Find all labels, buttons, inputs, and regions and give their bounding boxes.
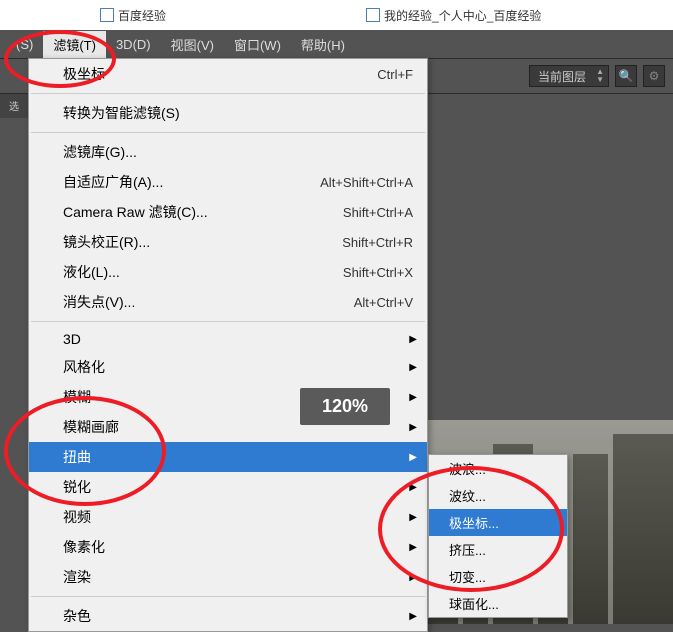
submenu-arrow-icon: ▶	[409, 392, 417, 403]
tab-favicon	[366, 8, 380, 22]
menu-label: 波浪...	[449, 459, 555, 478]
menu-separator	[31, 596, 425, 597]
filter-menu-dropdown: 极坐标 Ctrl+F 转换为智能滤镜(S) 滤镜库(G)... 自适应广角(A)…	[28, 58, 428, 632]
menu-label: 像素化	[63, 537, 413, 557]
menu-label: 极坐标...	[449, 513, 555, 532]
menu-last-filter[interactable]: 极坐标 Ctrl+F	[29, 59, 427, 89]
submenu-shear[interactable]: 切变...	[429, 563, 567, 590]
menu-shortcut: Alt+Ctrl+V	[354, 295, 413, 310]
menu-convert-smart[interactable]: 转换为智能滤镜(S)	[29, 98, 427, 128]
menu-shortcut: Shift+Ctrl+X	[343, 265, 413, 280]
menu-3d[interactable]: 3D(D)	[106, 33, 161, 56]
menu-label: 转换为智能滤镜(S)	[63, 103, 413, 123]
menu-pixelate-group[interactable]: 像素化 ▶	[29, 532, 427, 562]
menu-help[interactable]: 帮助(H)	[291, 31, 355, 58]
submenu-wave[interactable]: 波浪...	[429, 455, 567, 482]
menu-label: 球面化...	[449, 594, 555, 613]
tab-2[interactable]: 我的经验_个人中心_百度经验	[366, 7, 541, 24]
menu-3d-group[interactable]: 3D ▶	[29, 326, 427, 352]
menu-label: 消失点(V)...	[63, 292, 334, 312]
menu-filter-gallery[interactable]: 滤镜库(G)...	[29, 137, 427, 167]
menu-adaptive-wide[interactable]: 自适应广角(A)... Alt+Shift+Ctrl+A	[29, 167, 427, 197]
menu-separator	[31, 321, 425, 322]
tab-label: 百度经验	[118, 7, 166, 24]
submenu-arrow-icon: ▶	[409, 542, 417, 553]
menu-render-group[interactable]: 渲染 ▶	[29, 562, 427, 592]
distort-submenu: 波浪... 波纹... 极坐标... 挤压... 切变... 球面化...	[428, 454, 568, 618]
menu-label: 自适应广角(A)...	[63, 172, 300, 192]
menu-label: 极坐标	[63, 64, 357, 84]
zoom-overlay: 120%	[300, 388, 390, 425]
menu-label: 3D	[63, 331, 413, 347]
menu-noise-group[interactable]: 杂色 ▶	[29, 601, 427, 631]
submenu-arrow-icon: ▶	[409, 512, 417, 523]
menu-distort-group[interactable]: 扭曲 ▶	[29, 442, 427, 472]
menu-label: 锐化	[63, 477, 413, 497]
submenu-arrow-icon: ▶	[409, 482, 417, 493]
menu-lens-correction[interactable]: 镜头校正(R)... Shift+Ctrl+R	[29, 227, 427, 257]
menu-label: 挤压...	[449, 540, 555, 559]
menu-label: 视频	[63, 507, 413, 527]
tab-1[interactable]: 百度经验	[100, 7, 166, 24]
menu-label: 镜头校正(R)...	[63, 232, 322, 252]
submenu-arrow-icon: ▶	[409, 422, 417, 433]
layer-select[interactable]: 当前图层 ▲▼	[529, 65, 609, 87]
menu-select[interactable]: (S)	[6, 33, 43, 56]
menu-label: 滤镜库(G)...	[63, 142, 413, 162]
submenu-arrow-icon: ▶	[409, 362, 417, 373]
left-toolbar: 选	[0, 94, 28, 118]
menu-label: 杂色	[63, 606, 413, 626]
menu-label: Camera Raw 滤镜(C)...	[63, 202, 323, 222]
submenu-arrow-icon: ▶	[409, 572, 417, 583]
menu-shortcut: Alt+Shift+Ctrl+A	[320, 175, 413, 190]
menu-label: 扭曲	[63, 447, 413, 467]
menu-liquify[interactable]: 液化(L)... Shift+Ctrl+X	[29, 257, 427, 287]
menu-shortcut: Ctrl+F	[377, 67, 413, 82]
search-icon[interactable]: 🔍	[615, 65, 637, 87]
submenu-arrow-icon: ▶	[409, 611, 417, 622]
menu-label: 切变...	[449, 567, 555, 586]
menu-shortcut: Shift+Ctrl+R	[342, 235, 413, 250]
submenu-spherize[interactable]: 球面化...	[429, 590, 567, 617]
select-arrows-icon: ▲▼	[596, 68, 604, 84]
menu-separator	[31, 93, 425, 94]
menu-view[interactable]: 视图(V)	[161, 31, 224, 58]
menu-label: 波纹...	[449, 486, 555, 505]
menu-stylize-group[interactable]: 风格化 ▶	[29, 352, 427, 382]
menu-separator	[31, 132, 425, 133]
tab-label: 我的经验_个人中心_百度经验	[384, 7, 541, 24]
menu-camera-raw[interactable]: Camera Raw 滤镜(C)... Shift+Ctrl+A	[29, 197, 427, 227]
menu-window[interactable]: 窗口(W)	[224, 31, 291, 58]
options-icon[interactable]: ⚙	[643, 65, 665, 87]
menu-shortcut: Shift+Ctrl+A	[343, 205, 413, 220]
menu-label: 风格化	[63, 357, 413, 377]
submenu-arrow-icon: ▶	[409, 334, 417, 345]
tool-item[interactable]: 选	[0, 94, 28, 118]
menu-video-group[interactable]: 视频 ▶	[29, 502, 427, 532]
layer-select-value: 当前图层	[538, 70, 586, 84]
submenu-pinch[interactable]: 挤压...	[429, 536, 567, 563]
menu-label: 渲染	[63, 567, 413, 587]
submenu-ripple[interactable]: 波纹...	[429, 482, 567, 509]
menu-vanishing-point[interactable]: 消失点(V)... Alt+Ctrl+V	[29, 287, 427, 317]
menu-label: 液化(L)...	[63, 262, 323, 282]
app-menubar: (S) 滤镜(T) 3D(D) 视图(V) 窗口(W) 帮助(H)	[0, 30, 673, 58]
submenu-polar[interactable]: 极坐标...	[429, 509, 567, 536]
submenu-arrow-icon: ▶	[409, 452, 417, 463]
browser-tabs: 百度经验 我的经验_个人中心_百度经验	[0, 0, 673, 30]
menu-filter[interactable]: 滤镜(T)	[43, 31, 106, 58]
menu-sharpen-group[interactable]: 锐化 ▶	[29, 472, 427, 502]
tab-favicon	[100, 8, 114, 22]
